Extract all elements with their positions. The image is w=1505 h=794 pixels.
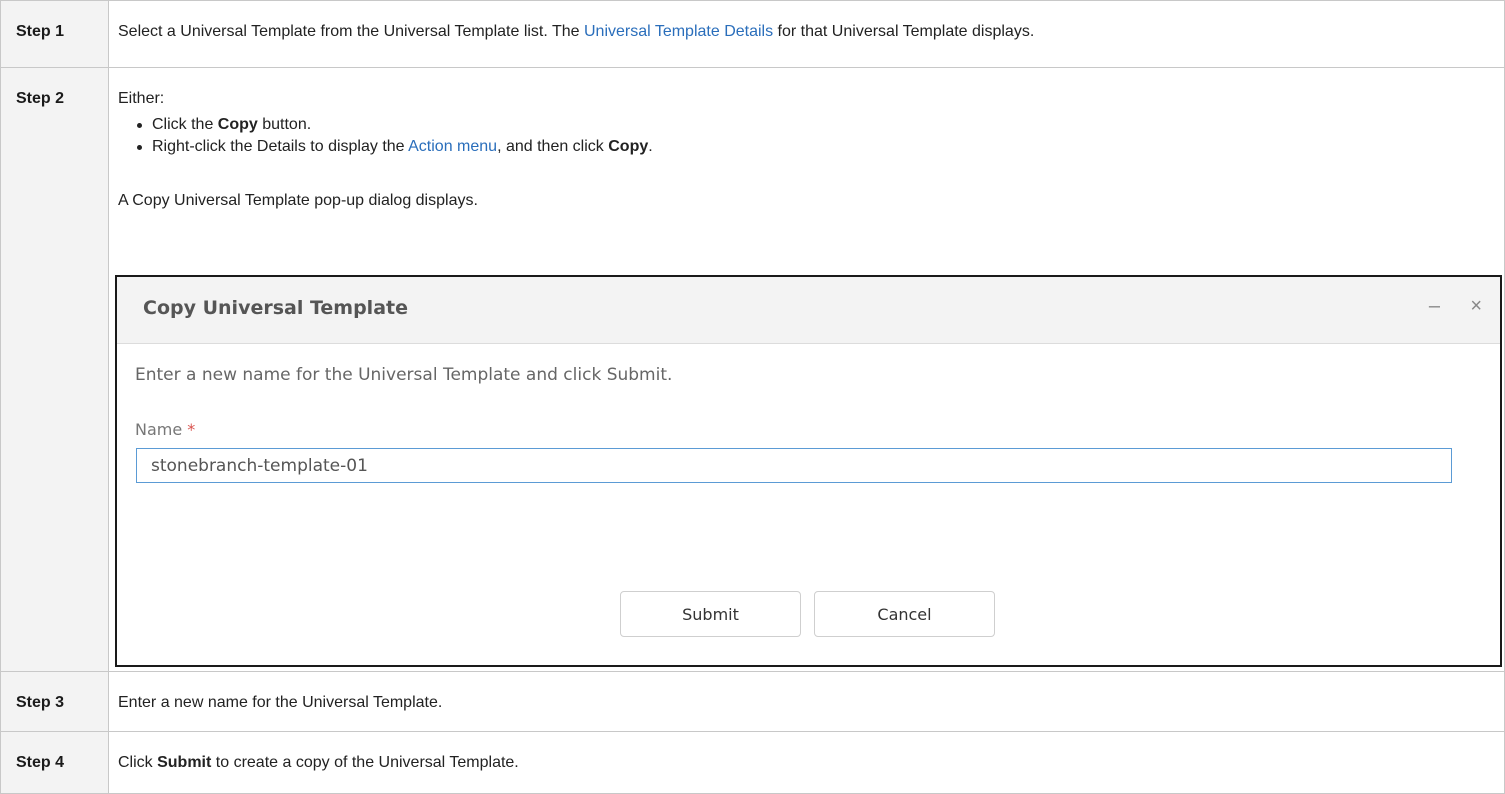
step-label: Step 3 [16, 693, 65, 711]
list-item-bold: Copy [217, 116, 258, 134]
step-text: Enter a new name for the Universal Templ… [118, 693, 443, 711]
universal-template-details-link[interactable]: Universal Template Details [584, 23, 773, 40]
step-text-part: Select a Universal Template from the Uni… [118, 23, 584, 40]
step-text-bold: Submit [157, 753, 212, 771]
list-item-text: button. [257, 116, 312, 134]
step-label-cell: Step 3 [0, 670, 109, 732]
step-label: Step 2 [16, 90, 65, 108]
step-label: Step 4 [16, 753, 65, 771]
list-item: Right-click the Details to display the A… [137, 137, 1504, 157]
step-text-part: to create a copy of the Universal Templa… [211, 753, 519, 771]
step-text-part: Click [118, 753, 158, 771]
list-item-text: Click the [152, 116, 218, 134]
step-label-cell: Step 4 [0, 730, 109, 794]
list-item: Click the Copy button. [137, 115, 1504, 135]
dialog-header: Copy Universal Template – × [117, 277, 1500, 344]
step-content-cell: Click Submit to create a copy of the Uni… [108, 730, 1505, 794]
step-content-cell: Enter a new name for the Universal Templ… [108, 670, 1505, 732]
dialog-intro-text: A Copy Universal Template pop-up dialog … [118, 192, 478, 210]
dialog-description: Enter a new name for the Universal Templ… [135, 365, 673, 385]
step-row: Step 4 Click Submit to create a copy of … [0, 730, 1505, 794]
action-menu-link[interactable]: Action menu [408, 138, 497, 155]
bullet-list: Click the Copy button. Right-click the D… [118, 115, 1504, 157]
list-item-bold: Copy [608, 138, 649, 156]
step-row: Step 3 Enter a new name for the Universa… [0, 670, 1505, 732]
required-marker: * [187, 420, 196, 439]
dialog-title: Copy Universal Template [143, 297, 408, 319]
copy-universal-template-dialog: Copy Universal Template – × Enter a new … [115, 275, 1502, 667]
step-text: Click Submit to create a copy of the Uni… [118, 732, 1504, 773]
step-intro-text: Either: [118, 90, 165, 108]
list-item-text: Right-click the Details to display the [152, 138, 409, 156]
cancel-button[interactable]: Cancel [814, 591, 995, 637]
name-label-text: Name [135, 420, 183, 439]
step-label: Step 1 [16, 23, 65, 40]
name-input[interactable] [136, 448, 1452, 483]
submit-button[interactable]: Submit [620, 591, 801, 637]
step-label-cell: Step 2 [0, 67, 109, 672]
minimize-icon[interactable]: – [1429, 295, 1440, 318]
step-label-cell: Step 1 [0, 0, 109, 69]
step-text: Select a Universal Template from the Uni… [118, 1, 1504, 42]
step-text-part: for that Universal Template displays. [773, 23, 1035, 40]
close-icon[interactable]: × [1470, 295, 1482, 318]
name-field-label: Name * [135, 420, 195, 439]
list-item-text: , and then click [497, 138, 609, 156]
step-row: Step 1 Select a Universal Template from … [0, 0, 1505, 69]
list-item-text: . [648, 138, 653, 156]
step-content-cell: Select a Universal Template from the Uni… [108, 0, 1505, 69]
